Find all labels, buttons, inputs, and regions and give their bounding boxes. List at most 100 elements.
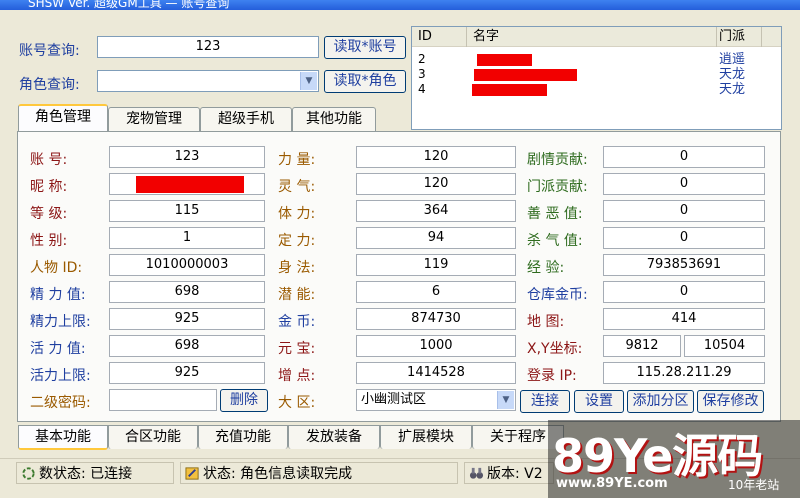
list-item[interactable]: 4 天龙 bbox=[412, 82, 781, 97]
field-energy[interactable]: 698 bbox=[109, 281, 265, 303]
field-strength[interactable]: 120 bbox=[356, 146, 516, 168]
role-list[interactable]: ID 名字 门派 2 逍遥 3 天龙 4 天龙 bbox=[411, 26, 782, 130]
field-potential[interactable]: 6 bbox=[356, 281, 516, 303]
label-energy-max: 精力上限: bbox=[30, 314, 91, 330]
col-id[interactable]: ID bbox=[412, 27, 467, 47]
watermark-tag: 10年老站 bbox=[728, 478, 780, 492]
label-map: 地 图: bbox=[527, 314, 565, 330]
role-query-combo[interactable]: ▼ bbox=[97, 70, 319, 92]
tab-other-functions[interactable]: 其他功能 bbox=[292, 107, 376, 131]
field-login-ip[interactable]: 115.28.211.29 bbox=[603, 362, 765, 384]
col-name[interactable]: 名字 bbox=[467, 27, 717, 47]
label-bonus-points: 增 点: bbox=[278, 368, 316, 384]
field-gold[interactable]: 874730 bbox=[356, 308, 516, 330]
tab-role-management[interactable]: 角色管理 bbox=[18, 104, 108, 131]
field-spirit[interactable]: 120 bbox=[356, 173, 516, 195]
status-state-text: 状态: 角色信息读取完成 bbox=[203, 466, 353, 482]
list-item[interactable]: 3 天龙 bbox=[412, 67, 781, 82]
field-warehouse-gold[interactable]: 0 bbox=[603, 281, 765, 303]
label-karma: 善 恶 值: bbox=[527, 206, 583, 222]
tab-basic-functions[interactable]: 基本功能 bbox=[18, 425, 108, 450]
field-vitality-max[interactable]: 925 bbox=[109, 362, 265, 384]
redacted-nickname bbox=[136, 176, 244, 193]
field-experience[interactable]: 793853691 bbox=[603, 254, 765, 276]
role-query-label: 角色查询: bbox=[19, 77, 80, 93]
label-level: 等 级: bbox=[30, 206, 68, 222]
label-warehouse-gold: 仓库金币: bbox=[527, 287, 588, 303]
label-gold: 金 币: bbox=[278, 314, 316, 330]
field-account[interactable]: 123 bbox=[109, 146, 265, 168]
field-agility[interactable]: 119 bbox=[356, 254, 516, 276]
status-db-text: 数状态: 已连接 bbox=[39, 466, 133, 482]
chevron-down-icon[interactable]: ▼ bbox=[300, 72, 317, 90]
field-map[interactable]: 414 bbox=[603, 308, 765, 330]
binoculars-icon bbox=[469, 467, 484, 479]
field-secondary-password[interactable] bbox=[109, 389, 217, 411]
tab-extensions[interactable]: 扩展模块 bbox=[380, 425, 472, 449]
label-char-id: 人物 ID: bbox=[30, 260, 83, 276]
field-stamina[interactable]: 364 bbox=[356, 200, 516, 222]
settings-button[interactable]: 设置 bbox=[574, 390, 624, 413]
row-id: 4 bbox=[418, 82, 426, 96]
field-karma[interactable]: 0 bbox=[603, 200, 765, 222]
title-bar: SHSW Ver. 超级GM工具 — 账号查询 bbox=[0, 0, 800, 10]
tab-super-phone[interactable]: 超级手机 bbox=[200, 107, 292, 131]
row-sect: 天龙 bbox=[719, 67, 746, 82]
field-vitality[interactable]: 698 bbox=[109, 335, 265, 357]
field-level[interactable]: 115 bbox=[109, 200, 265, 222]
status-version: 版本: V2 bbox=[464, 462, 554, 484]
field-sect-contribution[interactable]: 0 bbox=[603, 173, 765, 195]
label-kill-aura: 杀 气 值: bbox=[527, 233, 583, 249]
label-secondary-password: 二级密码: bbox=[30, 395, 91, 411]
account-query-input[interactable]: 123 bbox=[97, 36, 319, 58]
tab-issue-equipment[interactable]: 发放装备 bbox=[288, 425, 380, 449]
read-account-button[interactable]: 读取*账号 bbox=[324, 36, 406, 59]
status-db: 数状态: 已连接 bbox=[16, 462, 174, 484]
label-gender: 性 别: bbox=[30, 233, 68, 249]
tab-merge-regions[interactable]: 合区功能 bbox=[108, 425, 198, 449]
field-energy-max[interactable]: 925 bbox=[109, 308, 265, 330]
watermark-url: www.89YE.com bbox=[556, 476, 668, 491]
status-state: 状态: 角色信息读取完成 bbox=[180, 462, 458, 484]
redacted-name bbox=[472, 84, 547, 96]
label-stamina: 体 力: bbox=[278, 206, 316, 222]
label-vitality-max: 活力上限: bbox=[30, 368, 91, 384]
read-role-button[interactable]: 读取*角色 bbox=[324, 70, 406, 93]
label-potential: 潜 能: bbox=[278, 287, 316, 303]
label-experience: 经 验: bbox=[527, 260, 565, 276]
status-version-text: 版本: V2 bbox=[487, 466, 543, 482]
connect-button[interactable]: 连接 bbox=[520, 390, 570, 413]
add-region-button[interactable]: 添加分区 bbox=[627, 390, 694, 413]
field-gender[interactable]: 1 bbox=[109, 227, 265, 249]
field-char-id[interactable]: 1010000003 bbox=[109, 254, 265, 276]
field-y-coord[interactable]: 10504 bbox=[684, 335, 765, 357]
save-changes-button[interactable]: 保存修改 bbox=[697, 390, 764, 413]
account-query-label: 账号查询: bbox=[19, 43, 80, 59]
window-title: SHSW Ver. 超级GM工具 — 账号查询 bbox=[28, 0, 230, 10]
field-x-coord[interactable]: 9812 bbox=[603, 335, 681, 357]
field-bonus-points[interactable]: 1414528 bbox=[356, 362, 516, 384]
row-sect: 逍遥 bbox=[719, 52, 746, 67]
chevron-down-icon[interactable]: ▼ bbox=[497, 391, 514, 409]
row-id: 2 bbox=[418, 52, 426, 66]
col-sect[interactable]: 门派 bbox=[717, 27, 762, 47]
label-focus: 定 力: bbox=[278, 233, 316, 249]
field-kill-aura[interactable]: 0 bbox=[603, 227, 765, 249]
label-sect-contribution: 门派贡献: bbox=[527, 179, 588, 195]
label-account: 账 号: bbox=[30, 152, 68, 168]
region-select[interactable]: 小幽测试区 ▼ bbox=[356, 389, 516, 411]
field-focus[interactable]: 94 bbox=[356, 227, 516, 249]
label-spirit: 灵 气: bbox=[278, 179, 316, 195]
list-item[interactable]: 2 逍遥 bbox=[412, 52, 781, 67]
tab-recharge[interactable]: 充值功能 bbox=[198, 425, 288, 449]
label-vitality: 活 力 值: bbox=[30, 341, 86, 357]
label-story-contribution: 剧情贡献: bbox=[527, 152, 588, 168]
field-yuanbao[interactable]: 1000 bbox=[356, 335, 516, 357]
tab-pet-management[interactable]: 宠物管理 bbox=[108, 107, 200, 131]
field-story-contribution[interactable]: 0 bbox=[603, 146, 765, 168]
role-list-header: ID 名字 门派 bbox=[412, 27, 781, 47]
region-select-value: 小幽测试区 bbox=[361, 392, 427, 407]
label-nickname: 昵 称: bbox=[30, 179, 68, 195]
delete-button[interactable]: 删除 bbox=[220, 389, 268, 412]
label-xy-coords: X,Y坐标: bbox=[527, 341, 583, 357]
